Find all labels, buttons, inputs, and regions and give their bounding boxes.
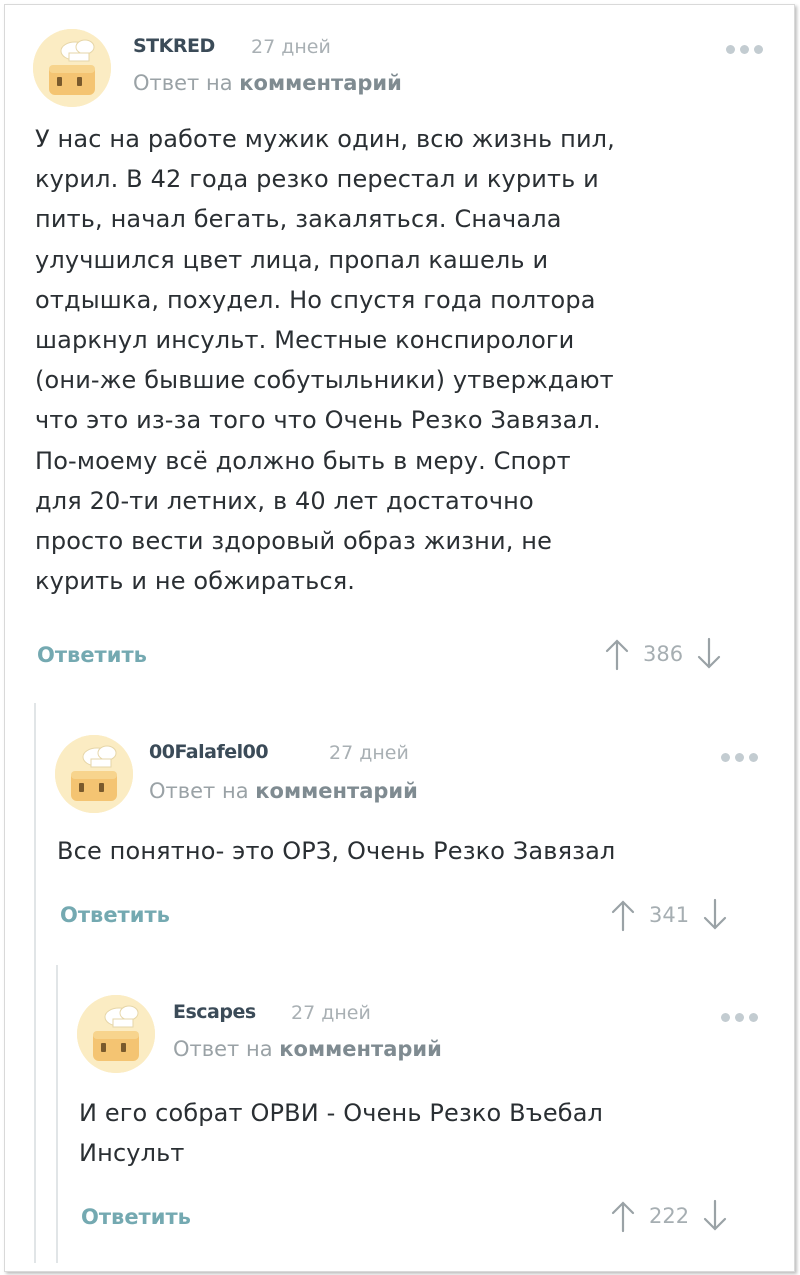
comment-text: Все понятно- это ОРЗ, Очень Резко Завяза… bbox=[57, 831, 787, 871]
reply-to-prefix: Ответ на bbox=[173, 1037, 273, 1061]
arrow-up-icon[interactable] bbox=[609, 898, 637, 932]
more-dots-icon[interactable] bbox=[726, 45, 763, 54]
reply-to-line: Ответ на комментарий bbox=[133, 71, 402, 95]
rating-count: 341 bbox=[649, 903, 690, 927]
reply-button[interactable]: Ответить bbox=[81, 1205, 191, 1229]
comment-2: 00Falafel00 27 дней Ответ на комментарий… bbox=[5, 705, 794, 955]
avatar-icon[interactable] bbox=[33, 29, 111, 107]
comment-time: 27 дней bbox=[291, 1002, 371, 1024]
comment-line: шаркнул инсульт. Местные конспирологи bbox=[35, 326, 575, 355]
comments-panel: STKRED 27 дней Ответ на комментарий У на… bbox=[4, 4, 795, 1272]
reply-to-prefix: Ответ на bbox=[149, 779, 249, 803]
comment-line: курить и не обжираться. bbox=[35, 567, 356, 596]
comment-text: И его собрат ОРВИ - Очень Резко Въебал И… bbox=[79, 1093, 784, 1173]
reply-to-link[interactable]: комментарий bbox=[255, 779, 418, 803]
comment-line: Все понятно- это ОРЗ, Очень Резко Завяза… bbox=[57, 837, 616, 865]
comment-line: У нас на работе мужик один, всю жизнь пи… bbox=[35, 125, 615, 153]
comment-line: По-моему всё должно быть в меру. Спорт bbox=[35, 446, 571, 475]
comment-line: просто вести здоровый образ жизни, не bbox=[35, 527, 553, 556]
comment-line: для 20-ти летних, в 40 лет достаточно bbox=[35, 486, 534, 515]
arrow-down-icon[interactable] bbox=[701, 898, 729, 932]
reply-to-prefix: Ответ на bbox=[133, 71, 233, 95]
comment-line: отдышка, похудел. Но спустя года полтора bbox=[35, 285, 596, 314]
comment-author[interactable]: STKRED bbox=[133, 35, 215, 57]
comment-3: Escapes 27 дней Ответ на комментарий И е… bbox=[5, 965, 794, 1265]
vote-controls: 341 bbox=[609, 898, 729, 932]
comment-text: У нас на работе мужик один, всю жизнь пи… bbox=[35, 119, 775, 601]
avatar-icon[interactable] bbox=[77, 995, 155, 1073]
comment-line: что это из-за того что Очень Резко Завяз… bbox=[35, 406, 601, 435]
comment-time: 27 дней bbox=[251, 36, 331, 58]
arrow-up-icon[interactable] bbox=[603, 637, 631, 671]
rating-count: 386 bbox=[643, 642, 684, 666]
vote-controls: 386 bbox=[603, 637, 723, 671]
comment-author[interactable]: Escapes bbox=[173, 1001, 256, 1023]
more-dots-icon[interactable] bbox=[721, 753, 758, 762]
comment-line: Инсульт bbox=[79, 1139, 185, 1168]
comment-1: STKRED 27 дней Ответ на комментарий У на… bbox=[5, 5, 794, 695]
comment-line: (они-же бывшие собутыльники) утверждают bbox=[35, 366, 614, 395]
reply-button[interactable]: Ответить bbox=[37, 643, 147, 667]
comment-line: курил. В 42 года резко перестал и курить… bbox=[35, 165, 599, 194]
arrow-down-icon[interactable] bbox=[701, 1199, 729, 1233]
comment-line: улучшился цвет лица, пропал кашель и bbox=[35, 245, 549, 274]
reply-to-line: Ответ на комментарий bbox=[173, 1037, 442, 1061]
arrow-up-icon[interactable] bbox=[609, 1199, 637, 1233]
reply-to-line: Ответ на комментарий bbox=[149, 779, 418, 803]
rating-count: 222 bbox=[649, 1204, 690, 1228]
comment-author[interactable]: 00Falafel00 bbox=[149, 741, 269, 763]
comment-time: 27 дней bbox=[329, 742, 409, 764]
reply-to-link[interactable]: комментарий bbox=[239, 71, 402, 95]
comment-line: И его собрат ОРВИ - Очень Резко Въебал bbox=[79, 1099, 604, 1127]
reply-button[interactable]: Ответить bbox=[60, 903, 170, 927]
arrow-down-icon[interactable] bbox=[695, 637, 723, 671]
avatar-icon[interactable] bbox=[55, 735, 133, 813]
vote-controls: 222 bbox=[609, 1199, 729, 1233]
comment-line: пить, начал бегать, закаляться. Сначала bbox=[35, 205, 562, 234]
more-dots-icon[interactable] bbox=[721, 1013, 758, 1022]
reply-to-link[interactable]: комментарий bbox=[279, 1037, 442, 1061]
